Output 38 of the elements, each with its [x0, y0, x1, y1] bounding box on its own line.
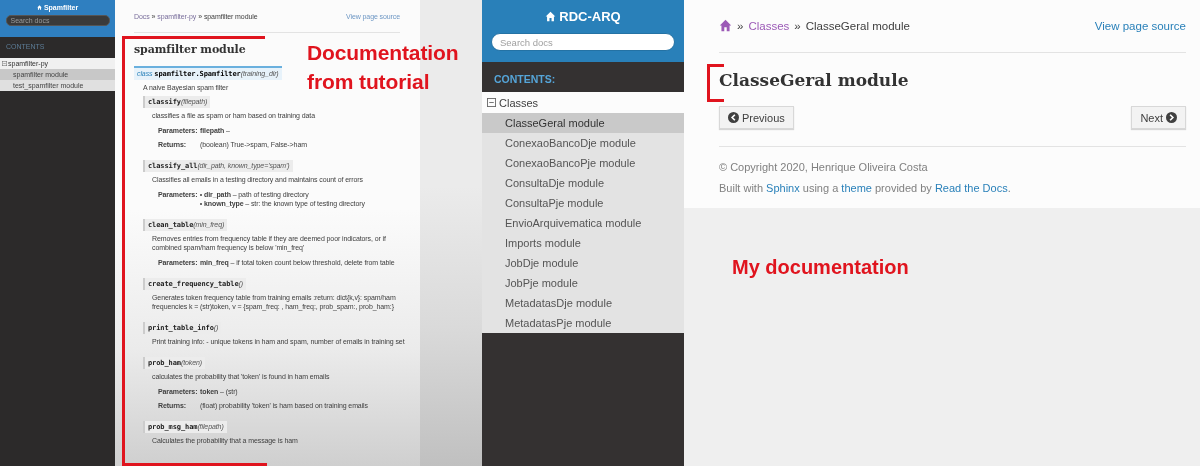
- nav-item[interactable]: Imports module: [482, 233, 684, 253]
- search-field[interactable]: Search docs: [491, 33, 675, 51]
- built-with-text: Built with Sphinx using a theme provided by Read the Docs.: [719, 182, 1012, 194]
- collapse-icon: [487, 98, 496, 107]
- nav-item[interactable]: JobDje module: [482, 253, 684, 273]
- footer-link[interactable]: Read the Docs: [934, 182, 1008, 194]
- nav-item[interactable]: MetadatasDje module: [482, 293, 684, 313]
- footer-link[interactable]: Sphinx: [766, 182, 800, 194]
- breadcrumb-separator: »: [794, 20, 801, 32]
- copyright-text: © Copyright 2020, Henrique Oliveira Costa: [719, 161, 929, 173]
- nav-item[interactable]: EnvioArquivematica module: [482, 213, 684, 233]
- nav-item[interactable]: ConexaoBancoPje module: [482, 153, 684, 173]
- home-icon: [545, 11, 557, 22]
- previous-button[interactable]: Previous: [719, 106, 794, 129]
- nav-item[interactable]: ConexaoBancoDje module: [482, 133, 684, 153]
- view-source-link[interactable]: View page source: [1094, 20, 1186, 32]
- home-icon[interactable]: [719, 18, 732, 32]
- breadcrumb-current: ClasseGeral module: [805, 20, 910, 32]
- circle-arrow-right-icon: [1166, 112, 1177, 123]
- next-button[interactable]: Next: [1131, 106, 1186, 129]
- page-title: spamfilter module: [134, 43, 246, 57]
- nav-item[interactable]: MetadatasPje module: [482, 313, 684, 333]
- nav-item[interactable]: ConsultaDje module: [482, 173, 684, 193]
- circle-arrow-left-icon: [728, 112, 739, 123]
- annotation-text: Documentation from tutorial: [307, 40, 460, 95]
- annotation-text: My documentation: [732, 256, 910, 279]
- footer-link[interactable]: theme: [841, 182, 872, 194]
- home-icon: [36, 5, 42, 10]
- nav-item[interactable]: ConsultaPje module: [482, 193, 684, 213]
- collapse-icon: [2, 61, 7, 66]
- nav-item[interactable]: ClasseGeral module: [482, 113, 684, 133]
- contents-caption: CONTENTS:: [493, 72, 557, 87]
- breadcrumb-separator: »: [737, 20, 744, 32]
- breadcrumb-link[interactable]: Classes: [748, 20, 790, 32]
- nav-item[interactable]: Classes: [482, 92, 684, 113]
- page-title: ClasseGeral module: [719, 69, 910, 92]
- project-title[interactable]: RDC-ARQ: [545, 9, 621, 24]
- nav-item[interactable]: JobPje module: [482, 273, 684, 293]
